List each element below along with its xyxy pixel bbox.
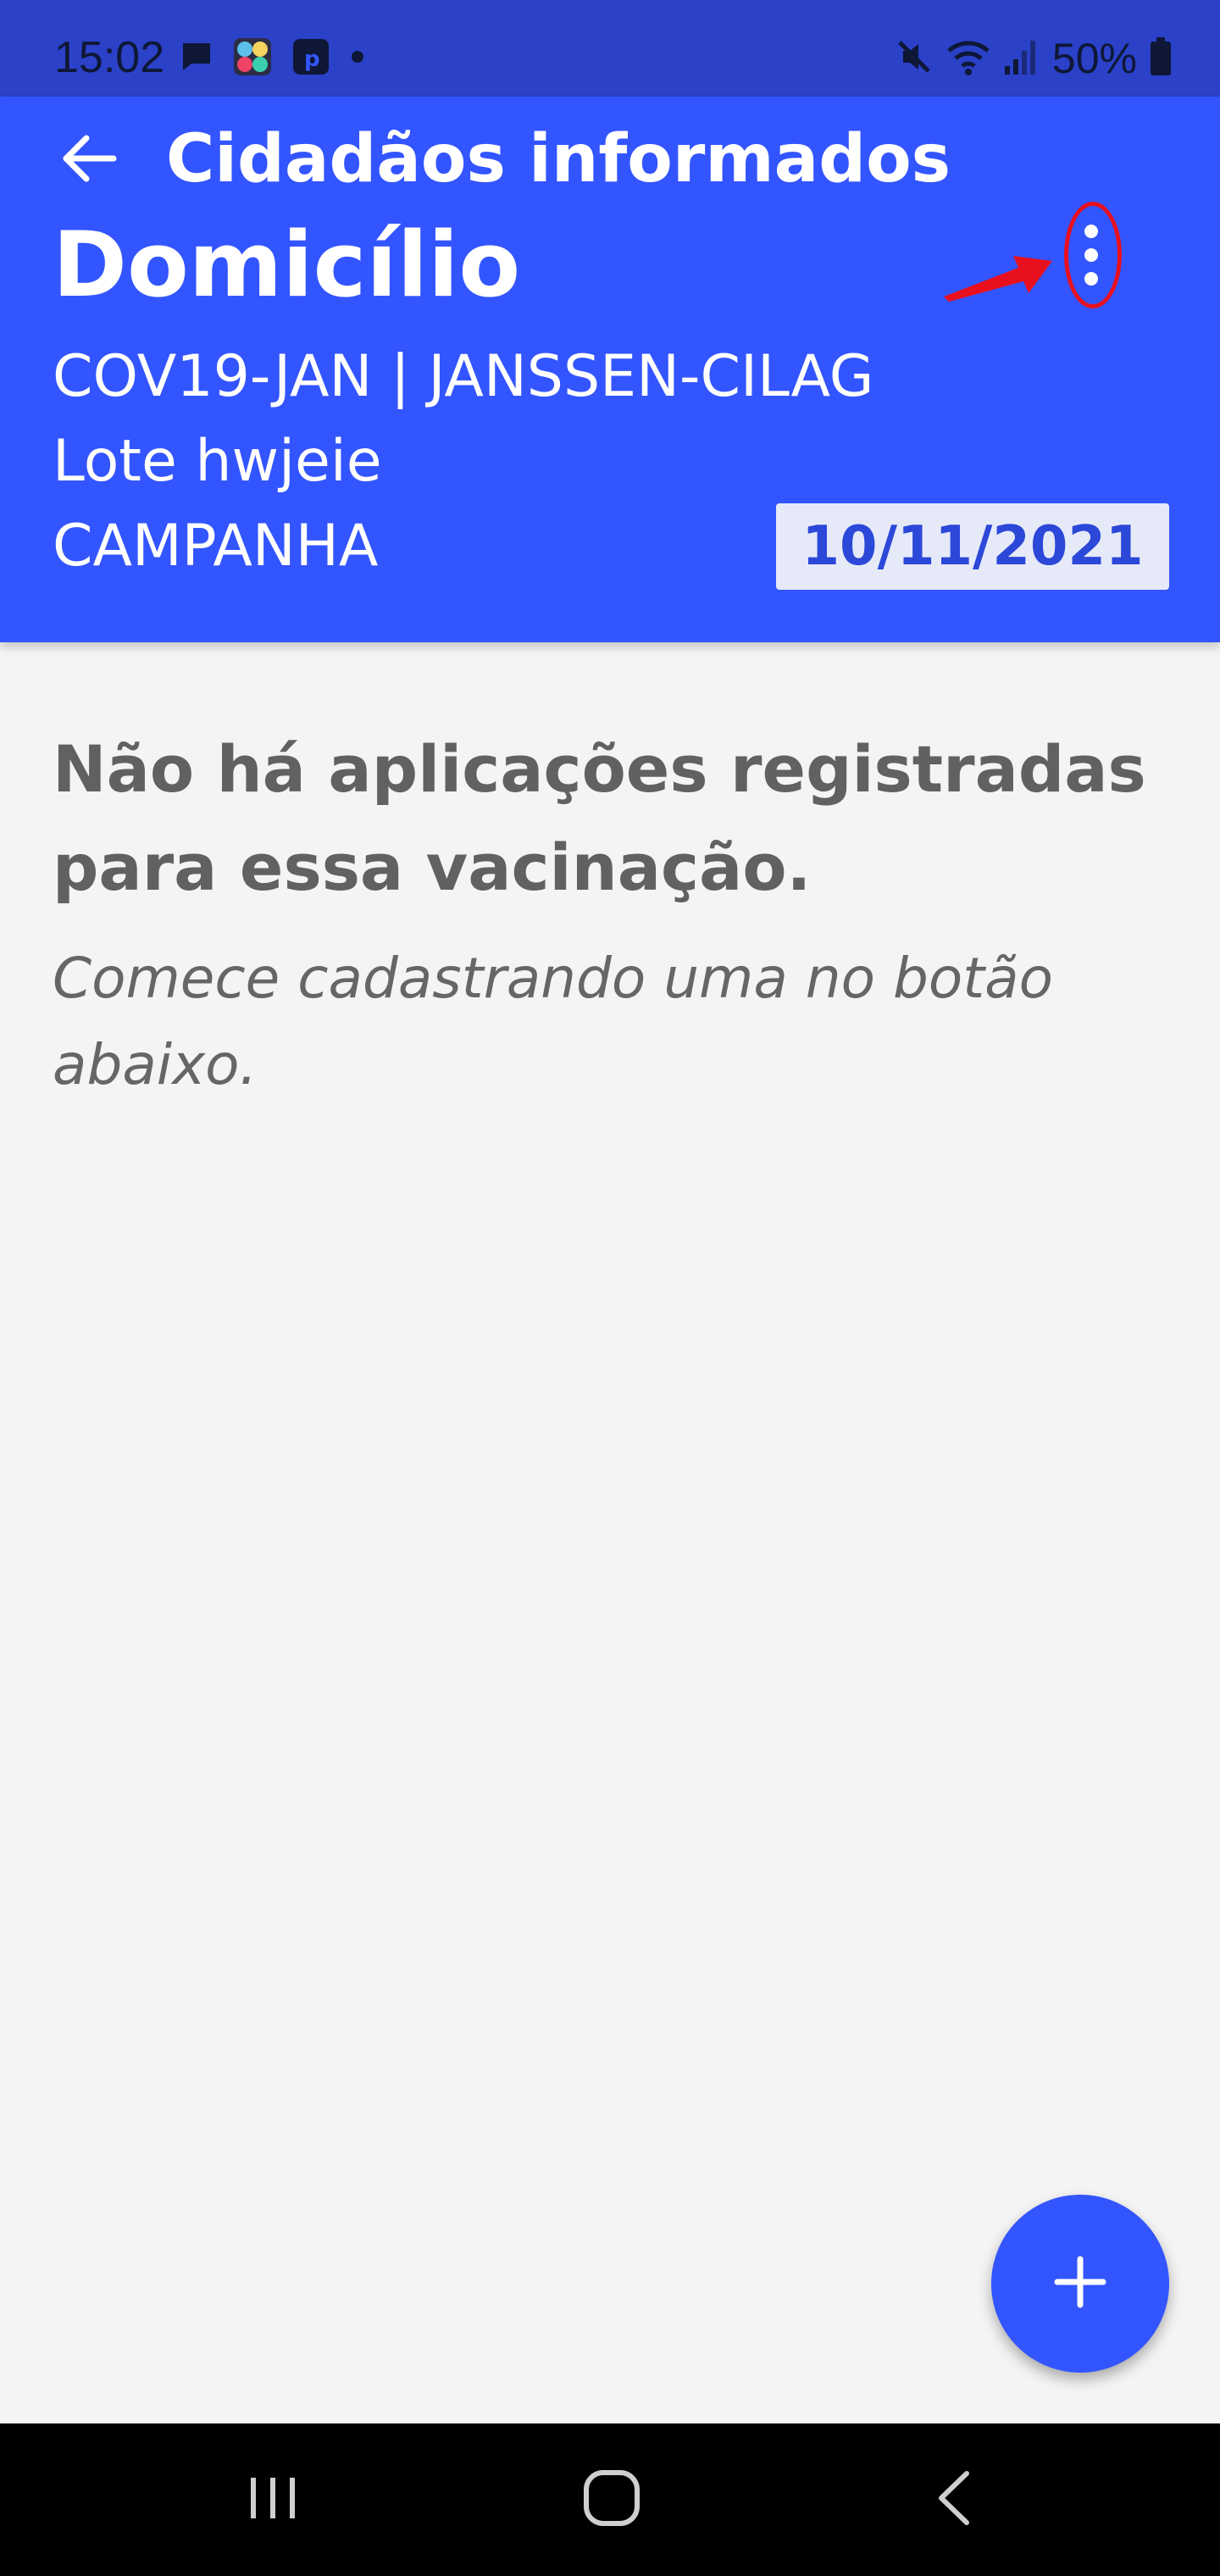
back-button[interactable] (51, 122, 127, 198)
plus-icon (1051, 2252, 1110, 2315)
lote-label: Lote hwjeie (53, 428, 382, 495)
status-time: 15:02 (54, 33, 165, 82)
calculator-app-icon (232, 36, 273, 80)
empty-state-subtitle: Comece cadastrando uma no botão abaixo. (53, 946, 1053, 1097)
date-badge: 10/11/2021 (776, 503, 1169, 590)
status-bar: 15:02 p 50% (0, 0, 1220, 97)
add-application-button[interactable] (991, 2195, 1169, 2373)
strategy-label: CAMPANHA (53, 513, 379, 580)
app-header: Cidadãos informados Domicílio COV19-JAN … (0, 97, 1220, 642)
recents-button[interactable] (188, 2423, 358, 2576)
arrow-left-icon (59, 133, 119, 187)
system-status-icons: 50% (895, 34, 1173, 83)
navigation-bar (0, 2423, 1220, 2576)
svg-text:p: p (304, 47, 320, 72)
annotation-highlight-circle (1064, 202, 1122, 308)
recents-icon (243, 2473, 302, 2527)
page-title: Domicílio (53, 213, 521, 317)
battery-icon (1149, 36, 1173, 80)
vaccine-name: COV19-JAN | JANSSEN-CILAG (53, 343, 874, 410)
message-icon (180, 40, 214, 77)
notification-icons: p (180, 36, 366, 81)
annotation-arrow-icon (940, 246, 1059, 308)
more-notifications-dot-icon (349, 48, 366, 69)
system-back-button[interactable] (869, 2423, 1039, 2576)
wifi-icon (946, 37, 991, 80)
signal-icon (1003, 37, 1040, 80)
p-app-icon: p (291, 37, 330, 80)
chevron-left-icon (933, 2468, 975, 2531)
toolbar-title: Cidadãos informados (166, 121, 951, 197)
home-icon (581, 2468, 642, 2532)
battery-percent: 50% (1051, 35, 1137, 82)
empty-state-title: Não há aplicações registradas para essa … (53, 731, 1146, 905)
home-button[interactable] (527, 2423, 696, 2576)
mute-icon (895, 37, 934, 80)
